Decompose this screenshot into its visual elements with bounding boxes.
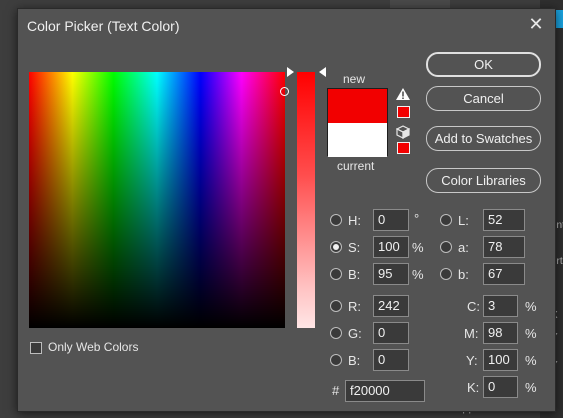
lab-a-label: a: bbox=[458, 239, 469, 255]
lightness-label: L: bbox=[458, 212, 469, 228]
saturation-radio[interactable] bbox=[330, 241, 342, 253]
brightness-unit: % bbox=[412, 267, 424, 282]
lab-b-label: b: bbox=[458, 266, 469, 282]
brightness-row: B: bbox=[330, 263, 364, 285]
only-web-colors-label: Only Web Colors bbox=[48, 340, 139, 354]
cyan-input[interactable]: 3 bbox=[483, 295, 518, 317]
add-to-swatches-button[interactable]: Add to Swatches bbox=[426, 126, 541, 151]
color-field-marker[interactable] bbox=[280, 87, 289, 96]
red-radio[interactable] bbox=[330, 300, 342, 312]
green-radio[interactable] bbox=[330, 327, 342, 339]
saturation-input[interactable]: 100 bbox=[373, 236, 409, 258]
color-picker-dialog: Color Picker (Text Color) ✕ new current … bbox=[17, 8, 556, 412]
gamut-warning-swatch[interactable] bbox=[397, 106, 410, 118]
green-label: G: bbox=[348, 325, 362, 341]
only-web-colors-checkbox[interactable] bbox=[30, 342, 42, 354]
yellow-label: Y: bbox=[466, 353, 478, 368]
color-field[interactable] bbox=[29, 72, 285, 328]
web-safe-cube-icon[interactable] bbox=[396, 125, 410, 139]
black-input[interactable]: 0 bbox=[483, 376, 518, 398]
yellow-unit: % bbox=[525, 353, 537, 368]
ok-button[interactable]: OK bbox=[426, 52, 541, 77]
color-swatch bbox=[327, 88, 388, 157]
title-bar: Color Picker (Text Color) ✕ bbox=[18, 9, 555, 41]
new-color-label: new bbox=[343, 72, 366, 86]
saturation-label: S: bbox=[348, 239, 361, 255]
hue-unit: ° bbox=[414, 211, 420, 226]
slider-left-arrow-icon[interactable] bbox=[287, 67, 294, 77]
red-label: R: bbox=[348, 298, 361, 314]
saturation-slider[interactable] bbox=[297, 72, 315, 328]
lab-b-row: b: bbox=[440, 263, 474, 285]
lab-a-row: a: bbox=[440, 236, 474, 258]
red-input[interactable]: 242 bbox=[373, 295, 409, 317]
magenta-label: M: bbox=[464, 326, 479, 341]
slider-right-arrow-icon[interactable] bbox=[319, 67, 326, 77]
cyan-label: C: bbox=[467, 299, 480, 314]
saturation-row: S: bbox=[330, 236, 364, 258]
hue-radio[interactable] bbox=[330, 214, 342, 226]
black-unit: % bbox=[525, 380, 537, 395]
saturation-unit: % bbox=[412, 240, 424, 255]
blue-label: B: bbox=[348, 352, 361, 368]
cyan-unit: % bbox=[525, 299, 537, 314]
brightness-label: B: bbox=[348, 266, 361, 282]
black-label: K: bbox=[467, 380, 480, 395]
close-icon[interactable]: ✕ bbox=[527, 15, 545, 33]
magenta-input[interactable]: 98 bbox=[483, 322, 518, 344]
color-libraries-button[interactable]: Color Libraries bbox=[426, 168, 541, 193]
brightness-radio[interactable] bbox=[330, 268, 342, 280]
hex-label: # bbox=[332, 383, 340, 398]
brightness-input[interactable]: 95 bbox=[373, 263, 409, 285]
web-safe-swatch[interactable] bbox=[397, 142, 410, 154]
lightness-input[interactable]: 52 bbox=[483, 209, 525, 231]
cancel-button[interactable]: Cancel bbox=[426, 86, 541, 111]
current-color-label: current bbox=[337, 159, 375, 173]
yellow-input[interactable]: 100 bbox=[483, 349, 518, 371]
lab-b-radio[interactable] bbox=[440, 268, 452, 280]
blue-radio[interactable] bbox=[330, 354, 342, 366]
magenta-unit: % bbox=[525, 326, 537, 341]
current-color-swatch[interactable] bbox=[328, 123, 387, 157]
lab-a-input[interactable]: 78 bbox=[483, 236, 525, 258]
new-color-swatch bbox=[328, 89, 387, 123]
lightness-row: L: bbox=[440, 209, 474, 231]
lab-b-input[interactable]: 67 bbox=[483, 263, 525, 285]
lightness-radio[interactable] bbox=[440, 214, 452, 226]
dialog-title: Color Picker (Text Color) bbox=[27, 18, 180, 34]
green-row: G: bbox=[330, 322, 364, 344]
hue-input[interactable]: 0 bbox=[373, 209, 409, 231]
gamut-warning-icon[interactable] bbox=[396, 88, 410, 100]
lab-a-radio[interactable] bbox=[440, 241, 452, 253]
hue-label: H: bbox=[348, 212, 361, 228]
red-row: R: bbox=[330, 295, 364, 317]
blue-row: B: bbox=[330, 349, 364, 371]
hue-row: H: bbox=[330, 209, 364, 231]
hex-input[interactable]: f20000 bbox=[345, 380, 425, 402]
blue-input[interactable]: 0 bbox=[373, 349, 409, 371]
green-input[interactable]: 0 bbox=[373, 322, 409, 344]
